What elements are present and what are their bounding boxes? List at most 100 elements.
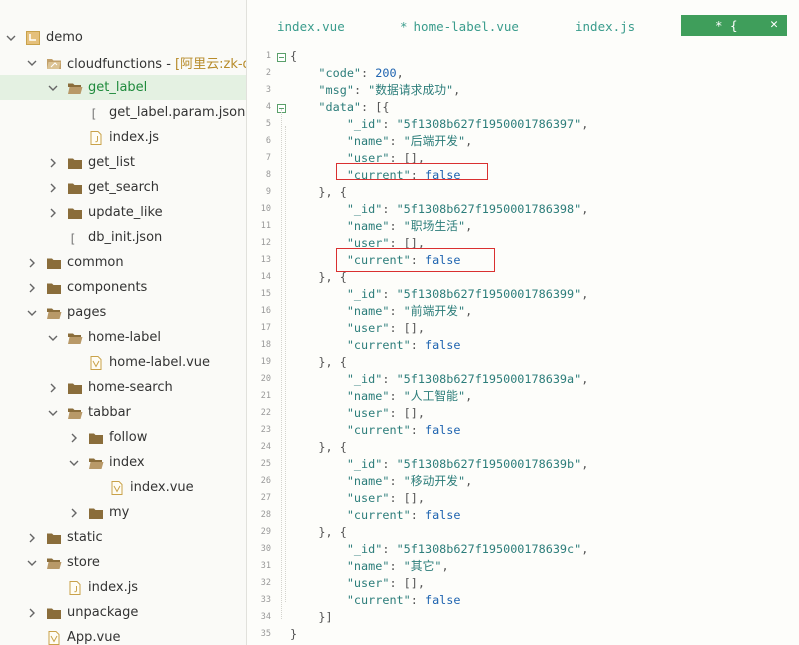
code-line[interactable]: 16 "name": "前端开发", [247, 302, 799, 319]
tree-item-get-search[interactable]: get_search [0, 175, 246, 200]
tree-item-static[interactable]: static [0, 525, 246, 550]
code-line[interactable]: 24 }, { [247, 438, 799, 455]
line-number: 34 [260, 611, 271, 622]
chevron-down-icon[interactable] [47, 407, 59, 419]
code-line[interactable]: 14 }, { [247, 268, 799, 285]
code-line[interactable]: 23 "current": false [247, 421, 799, 438]
code-line[interactable]: 12 "user": [], [247, 234, 799, 251]
chevron-right-icon[interactable] [26, 607, 38, 619]
code-line[interactable]: 20 "_id": "5f1308b627f195000178639a", [247, 370, 799, 387]
code-line[interactable]: 3 "msg": "数据请求成功", [247, 81, 799, 98]
chevron-down-icon[interactable] [26, 57, 38, 69]
code-line[interactable]: 9 }, { [247, 183, 799, 200]
tree-item-home-label[interactable]: home-label [0, 325, 246, 350]
code-line[interactable]: 27 "user": [], [247, 489, 799, 506]
tree-item-index-vue[interactable]: index.vue [0, 475, 246, 500]
chevron-down-icon[interactable] [68, 457, 80, 469]
fold-toggle-icon[interactable] [277, 51, 286, 62]
tree-item-pages[interactable]: pages [0, 300, 246, 325]
tree-item-get-label-param-json[interactable]: [ ] get_label.param.json [0, 100, 246, 125]
code-line[interactable]: 19 }, { [247, 353, 799, 370]
code-text: "user": [], [346, 405, 425, 420]
tree-item-follow[interactable]: follow [0, 425, 246, 450]
chevron-right-icon[interactable] [47, 182, 59, 194]
tree-item-store[interactable]: store [0, 550, 246, 575]
code-line[interactable]: 8 "current": false [247, 166, 799, 183]
chevron-right-icon [68, 107, 80, 119]
tree-item-name: get_label.param.json [109, 105, 246, 120]
tree-item-db-init-json[interactable]: [ ] db_init.json [0, 225, 246, 250]
code-text: "name": "前端开发", [346, 304, 473, 318]
chevron-right-icon[interactable] [26, 532, 38, 544]
code-line[interactable]: 33 "current": false [247, 591, 799, 608]
code-line[interactable]: 31 "name": "其它", [247, 557, 799, 574]
code-line[interactable]: 4 "data": [{ [247, 98, 799, 115]
tree-item-label: index [109, 455, 145, 470]
code-line[interactable]: 17 "user": [], [247, 319, 799, 336]
tree-item-home-label-vue[interactable]: home-label.vue [0, 350, 246, 375]
tree-item-index-js[interactable]: index.js [0, 125, 246, 150]
tab-index-js[interactable]: index.js [575, 15, 635, 37]
code-line[interactable]: 28 "current": false [247, 506, 799, 523]
tree-item-name: update_like [88, 205, 163, 220]
chevron-right-icon[interactable] [68, 507, 80, 519]
code-line[interactable]: 6 "name": "后端开发", [247, 132, 799, 149]
code-text: { [290, 48, 298, 63]
chevron-down-icon[interactable] [5, 32, 17, 44]
code-line[interactable]: 18 "current": false [247, 336, 799, 353]
line-number: 13 [260, 254, 271, 265]
code-line[interactable]: 32 "user": [], [247, 574, 799, 591]
code-line[interactable]: 22 "user": [], [247, 404, 799, 421]
code-line[interactable]: 21 "name": "人工智能", [247, 387, 799, 404]
code-line[interactable]: 15 "_id": "5f1308b627f1950001786399", [247, 285, 799, 302]
tree-item-demo[interactable]: demo [0, 25, 246, 50]
chevron-right-icon[interactable] [26, 282, 38, 294]
code-line[interactable]: 7 "user": [], [247, 149, 799, 166]
tree-item-index-js[interactable]: index.js [0, 575, 246, 600]
chevron-right-icon[interactable] [47, 382, 59, 394]
line-number: 14 [260, 271, 271, 282]
tree-item-get-list[interactable]: get_list [0, 150, 246, 175]
code-line[interactable]: 34 }] [247, 608, 799, 625]
tab-active-unsaved[interactable]: * { ✕ [681, 15, 787, 36]
code-line[interactable]: 13 "current": false [247, 251, 799, 268]
tree-item-get-label[interactable]: get_label [0, 75, 246, 100]
tree-item-tabbar[interactable]: tabbar [0, 400, 246, 425]
chevron-right-icon[interactable] [26, 257, 38, 269]
code-area[interactable]: 1{2 "code": 200, 3 "msg": "数据请求成功", 4 "dat… [247, 45, 799, 645]
code-line[interactable]: 11 "name": "职场生活", [247, 217, 799, 234]
chevron-down-icon[interactable] [26, 557, 38, 569]
code-line[interactable]: 5 "_id": "5f1308b627f1950001786397", [247, 115, 799, 132]
code-line[interactable]: 10 "_id": "5f1308b627f1950001786398", [247, 200, 799, 217]
chevron-down-icon[interactable] [47, 82, 59, 94]
tree-item-unpackage[interactable]: unpackage [0, 600, 246, 625]
close-icon[interactable]: ✕ [770, 17, 778, 32]
project-icon [25, 30, 41, 46]
code-line[interactable]: 25 "_id": "5f1308b627f195000178639b", [247, 455, 799, 472]
tree-item-app-vue[interactable]: App.vue [0, 625, 246, 645]
chevron-right-icon[interactable] [47, 207, 59, 219]
tree-item-update-like[interactable]: update_like [0, 200, 246, 225]
tree-item-label: index.js [88, 580, 138, 595]
tree-item-components[interactable]: components [0, 275, 246, 300]
code-line[interactable]: 35} [247, 625, 799, 642]
tree-item-my[interactable]: my [0, 500, 246, 525]
code-line[interactable]: 2 "code": 200, [247, 64, 799, 81]
chevron-right-icon[interactable] [47, 157, 59, 169]
code-text: "current": false [346, 422, 461, 437]
chevron-right-icon[interactable] [68, 432, 80, 444]
tab-home-label-vue[interactable]: * home-label.vue [400, 15, 519, 37]
chevron-down-icon[interactable] [26, 307, 38, 319]
chevron-down-icon[interactable] [47, 332, 59, 344]
line-number: 33 [260, 594, 271, 605]
tree-item-index[interactable]: index [0, 450, 246, 475]
code-line[interactable]: 30 "_id": "5f1308b627f195000178639c", [247, 540, 799, 557]
tree-item-home-search[interactable]: home-search [0, 375, 246, 400]
tab-index-vue[interactable]: index.vue [277, 15, 345, 37]
tree-item-cloudfunctions[interactable]: cloudfunctions - [阿里云:zk-dem [0, 50, 246, 75]
code-line[interactable]: 26 "name": "移动开发", [247, 472, 799, 489]
tree-item-label: get_search [88, 180, 159, 195]
tree-item-common[interactable]: common [0, 250, 246, 275]
code-line[interactable]: 1{ [247, 47, 799, 64]
code-line[interactable]: 29 }, { [247, 523, 799, 540]
